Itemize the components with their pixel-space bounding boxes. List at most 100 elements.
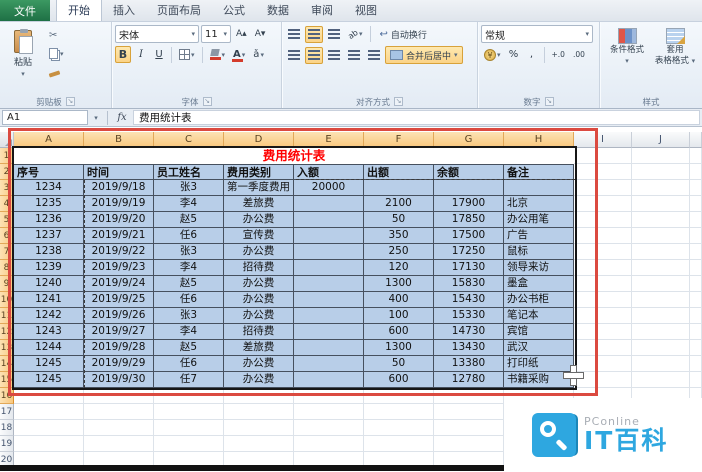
cell-C18[interactable] <box>154 420 224 436</box>
data-cell-F11[interactable]: 100 <box>364 308 434 324</box>
data-cell-H9[interactable]: 墨盒 <box>504 276 574 292</box>
name-box[interactable]: A1 <box>2 110 88 125</box>
data-cell-G8[interactable]: 17130 <box>434 260 504 276</box>
data-cell-F9[interactable]: 1300 <box>364 276 434 292</box>
cell-J1[interactable] <box>632 148 690 164</box>
cell-B17[interactable] <box>84 404 154 420</box>
cell-J12[interactable] <box>632 324 690 340</box>
align-bottom-button[interactable] <box>325 26 343 43</box>
data-cell-B15[interactable]: 2019/9/30 <box>84 372 154 388</box>
cell-I7[interactable] <box>574 244 632 260</box>
data-cell-C13[interactable]: 赵5 <box>154 340 224 356</box>
data-cell-D7[interactable]: 办公费 <box>224 244 294 260</box>
data-cell-A3[interactable]: 1234 <box>14 180 84 196</box>
bold-button[interactable]: B <box>115 46 131 63</box>
data-cell-H4[interactable]: 北京 <box>504 196 574 212</box>
data-cell-C9[interactable]: 赵5 <box>154 276 224 292</box>
data-cell-H6[interactable]: 广告 <box>504 228 574 244</box>
row-header-15[interactable]: 15 <box>0 372 14 388</box>
tab-审阅[interactable]: 审阅 <box>300 0 344 21</box>
data-cell-E15[interactable] <box>294 372 364 388</box>
data-cell-A11[interactable]: 1242 <box>14 308 84 324</box>
data-cell-B11[interactable]: 2019/9/26 <box>84 308 154 324</box>
tab-文件[interactable]: 文件 <box>0 0 50 21</box>
cell-J15[interactable] <box>632 372 690 388</box>
data-cell-F13[interactable]: 1300 <box>364 340 434 356</box>
data-cell-F6[interactable]: 350 <box>364 228 434 244</box>
data-cell-C10[interactable]: 任6 <box>154 292 224 308</box>
data-cell-E13[interactable] <box>294 340 364 356</box>
data-cell-E3[interactable]: 20000 <box>294 180 364 196</box>
data-cell-A12[interactable]: 1243 <box>14 324 84 340</box>
data-cell-A14[interactable]: 1245 <box>14 356 84 372</box>
data-cell-H10[interactable]: 办公书柜 <box>504 292 574 308</box>
data-cell-D8[interactable]: 招待费 <box>224 260 294 276</box>
cell-F18[interactable] <box>364 420 434 436</box>
alignment-dialog-launcher[interactable]: ↘ <box>394 97 403 106</box>
cell-A16[interactable] <box>14 388 84 404</box>
data-cell-G13[interactable]: 13430 <box>434 340 504 356</box>
font-name-combo[interactable]: 宋体 ▾ <box>115 25 199 43</box>
data-cell-B14[interactable]: 2019/9/29 <box>84 356 154 372</box>
data-cell-D13[interactable]: 差旅费 <box>224 340 294 356</box>
data-cell-G9[interactable]: 15830 <box>434 276 504 292</box>
paste-button[interactable]: 粘贴 ▾ <box>3 25 43 79</box>
cell-I4[interactable] <box>574 196 632 212</box>
row-header-19[interactable]: 19 <box>0 436 14 452</box>
data-cell-B8[interactable]: 2019/9/23 <box>84 260 154 276</box>
data-cell-F5[interactable]: 50 <box>364 212 434 228</box>
cell-G19[interactable] <box>434 436 504 452</box>
data-cell-E11[interactable] <box>294 308 364 324</box>
column-header-F[interactable]: F <box>364 132 434 148</box>
fill-color-button[interactable]: ▾ <box>207 46 229 63</box>
data-cell-A6[interactable]: 1237 <box>14 228 84 244</box>
data-cell-H13[interactable]: 武汉 <box>504 340 574 356</box>
clipboard-dialog-launcher[interactable]: ↘ <box>65 97 75 106</box>
data-cell-C5[interactable]: 赵5 <box>154 212 224 228</box>
borders-button[interactable]: ▾ <box>176 46 198 63</box>
data-cell-F14[interactable]: 50 <box>364 356 434 372</box>
cell-D18[interactable] <box>224 420 294 436</box>
data-cell-D15[interactable]: 办公费 <box>224 372 294 388</box>
row-header-1[interactable]: 1 <box>0 148 14 164</box>
cell-F19[interactable] <box>364 436 434 452</box>
row-header-2[interactable]: 2 <box>0 164 14 180</box>
cell-J13[interactable] <box>632 340 690 356</box>
data-cell-H12[interactable]: 宾馆 <box>504 324 574 340</box>
column-header-E[interactable]: E <box>294 132 364 148</box>
data-cell-F7[interactable]: 250 <box>364 244 434 260</box>
data-cell-F10[interactable]: 400 <box>364 292 434 308</box>
format-as-table-button[interactable]: 套用 表格格式 ▾ <box>651 25 699 95</box>
row-header-5[interactable]: 5 <box>0 212 14 228</box>
row-header-9[interactable]: 9 <box>0 276 14 292</box>
header-cell-费用类别[interactable]: 费用类别 <box>224 164 294 180</box>
cell-I12[interactable] <box>574 324 632 340</box>
data-cell-G3[interactable] <box>434 180 504 196</box>
data-cell-H7[interactable]: 鼠标 <box>504 244 574 260</box>
cell-J8[interactable] <box>632 260 690 276</box>
align-top-button[interactable] <box>285 26 303 43</box>
data-cell-D6[interactable]: 宣传费 <box>224 228 294 244</box>
cell-D19[interactable] <box>224 436 294 452</box>
font-color-button[interactable]: A ▾ <box>230 46 248 63</box>
data-cell-E9[interactable] <box>294 276 364 292</box>
tab-视图[interactable]: 视图 <box>344 0 388 21</box>
cell-E18[interactable] <box>294 420 364 436</box>
row-header-12[interactable]: 12 <box>0 324 14 340</box>
grow-font-button[interactable]: A▴ <box>233 26 250 43</box>
merge-center-button[interactable]: 合并后居中 ▾ <box>385 46 463 64</box>
cell-I11[interactable] <box>574 308 632 324</box>
cell-B19[interactable] <box>84 436 154 452</box>
header-cell-入额[interactable]: 入额 <box>294 164 364 180</box>
data-cell-E4[interactable] <box>294 196 364 212</box>
data-cell-D3[interactable]: 第一季度费用 <box>224 180 294 196</box>
data-cell-G6[interactable]: 17500 <box>434 228 504 244</box>
data-cell-G14[interactable]: 13380 <box>434 356 504 372</box>
cell-J9[interactable] <box>632 276 690 292</box>
cell-I3[interactable] <box>574 180 632 196</box>
tab-页面布局[interactable]: 页面布局 <box>146 0 212 21</box>
cell-J3[interactable] <box>632 180 690 196</box>
header-cell-备注[interactable]: 备注 <box>504 164 574 180</box>
data-cell-B7[interactable]: 2019/9/22 <box>84 244 154 260</box>
cell-I10[interactable] <box>574 292 632 308</box>
